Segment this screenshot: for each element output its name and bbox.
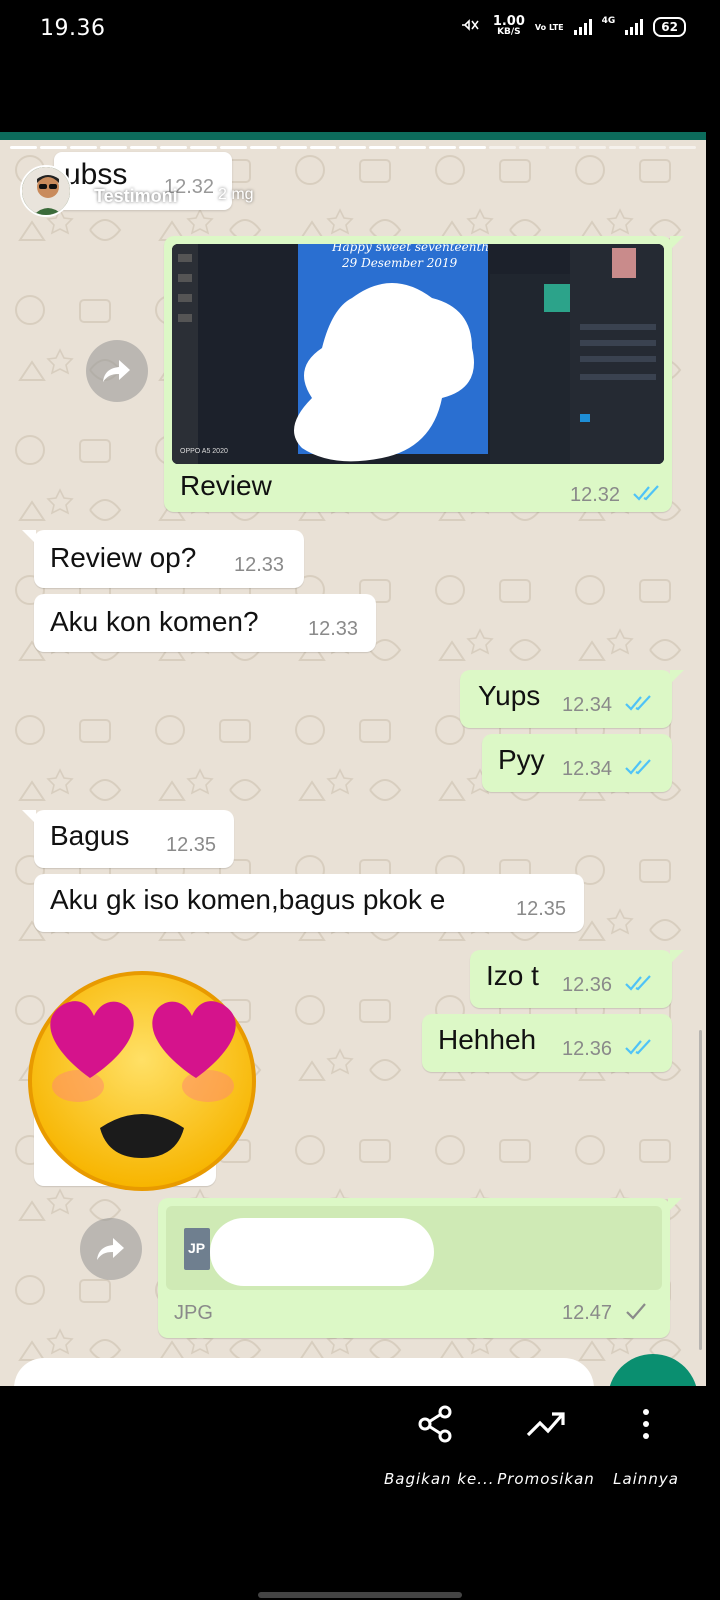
incoming-message[interactable]: Aku kon komen? 12.33 <box>34 594 376 652</box>
outgoing-message[interactable]: Yups 12.34 <box>460 670 684 728</box>
promote-label: Promosikan <box>497 1470 595 1488</box>
incoming-message[interactable]: Bagus 12.35 <box>22 810 234 868</box>
photo-headline: Happy sweet seventeenth <box>332 244 490 254</box>
read-receipt-icon <box>625 975 651 991</box>
message-time: 12.35 <box>166 834 217 856</box>
message-time: 12.36 <box>562 1038 613 1060</box>
image-message[interactable]: Happy sweet seventeenth 29 Desember 2019… <box>164 236 684 512</box>
story-actions-bar: Bagikan ke... Promosikan Lainnya <box>0 1386 720 1600</box>
sent-check-icon <box>626 1303 646 1320</box>
message-text: Yups <box>478 680 541 711</box>
forward-icon <box>97 1238 124 1260</box>
message-time: 12.33 <box>308 618 359 640</box>
signal-icon-2 <box>625 19 644 35</box>
message-time: 12.34 <box>562 694 613 716</box>
avatar[interactable] <box>20 165 72 217</box>
share-button[interactable]: Bagikan ke... <box>384 1402 495 1488</box>
message-time: 12.34 <box>562 758 613 780</box>
mute-icon <box>459 17 483 37</box>
redaction-mark <box>210 1218 434 1286</box>
status-bar: 19.36 1.00 KB/S Vo LTE 4G 62 <box>0 0 720 60</box>
promote-button[interactable]: Promosikan <box>494 1402 598 1488</box>
heart-eyes-emoji-icon <box>28 971 256 1191</box>
network-speed-unit: KB/S <box>497 27 521 37</box>
trending-up-icon <box>526 1412 565 1437</box>
forward-button[interactable] <box>86 340 148 402</box>
photo-date: 29 Desember 2019 <box>342 256 458 270</box>
photo-device-tag: OPPO A5 2020 <box>180 448 228 455</box>
message-text: Hehheh <box>438 1024 537 1055</box>
network-speed: 1.00 KB/S <box>492 14 525 38</box>
status-icons: 1.00 KB/S Vo LTE 4G 62 <box>459 14 686 38</box>
story-time-ago: 2 mg <box>218 186 254 203</box>
incoming-message[interactable]: Aku gk iso komen,bagus pkok e 12.35 <box>34 874 584 932</box>
message-text: Pyy <box>498 744 545 775</box>
read-receipt-icon <box>625 695 651 711</box>
message-text: Izo t <box>486 960 539 991</box>
forward-icon <box>103 360 130 382</box>
forward-button[interactable] <box>80 1218 142 1280</box>
home-indicator[interactable] <box>258 1592 462 1598</box>
volte-indicator: Vo LTE <box>534 22 564 32</box>
story-content[interactable]: ubss 12.32 Testimoni 2 mg Happy sweet se… <box>0 132 706 1386</box>
read-receipt-icon <box>633 485 659 501</box>
message-text: Aku gk iso komen,bagus pkok e <box>50 884 446 915</box>
document-message[interactable]: JP JPG 12.47 <box>158 1198 682 1338</box>
redaction-mark <box>294 283 474 462</box>
read-receipt-icon <box>625 759 651 775</box>
story-progress <box>10 146 696 149</box>
share-icon <box>418 1405 452 1443</box>
message-text: Review op? <box>50 542 197 573</box>
signal-icon <box>573 19 592 35</box>
network-speed-value: 1.00 <box>492 14 525 29</box>
photo-thumbnail[interactable]: Happy sweet seventeenth 29 Desember 2019… <box>172 244 664 464</box>
message-time: 12.33 <box>234 554 285 576</box>
battery-icon: 62 <box>653 17 686 37</box>
incoming-message[interactable]: Review op? 12.33 <box>22 530 304 588</box>
more-button[interactable]: Lainnya <box>606 1402 686 1488</box>
document-type-badge: JP <box>184 1228 210 1270</box>
outgoing-message[interactable]: Pyy 12.34 <box>482 734 672 792</box>
scrollbar[interactable] <box>699 1030 702 1350</box>
message-text: Bagus <box>50 820 130 851</box>
message-time: 12.35 <box>516 898 567 920</box>
more-label: Lainnya <box>613 1470 679 1488</box>
status-time: 19.36 <box>40 16 106 41</box>
read-receipt-icon <box>625 1039 651 1055</box>
network-type: 4G <box>601 16 616 26</box>
story-author: Testimoni <box>94 186 178 206</box>
message-time: 12.36 <box>562 974 613 996</box>
message-text: Aku kon komen? <box>50 606 259 637</box>
message-time: 12.47 <box>562 1302 613 1324</box>
document-label: JPG <box>174 1302 213 1324</box>
outgoing-message[interactable]: Hehheh 12.36 <box>422 1014 672 1072</box>
message-time: 12.32 <box>570 484 621 506</box>
message-input-peek <box>14 1358 594 1386</box>
image-caption: Review <box>180 470 272 501</box>
share-label: Bagikan ke... <box>384 1470 495 1488</box>
outgoing-message[interactable]: Izo t 12.36 <box>470 950 684 1008</box>
more-vertical-icon <box>643 1409 649 1439</box>
document-preview[interactable]: JP <box>166 1206 662 1290</box>
